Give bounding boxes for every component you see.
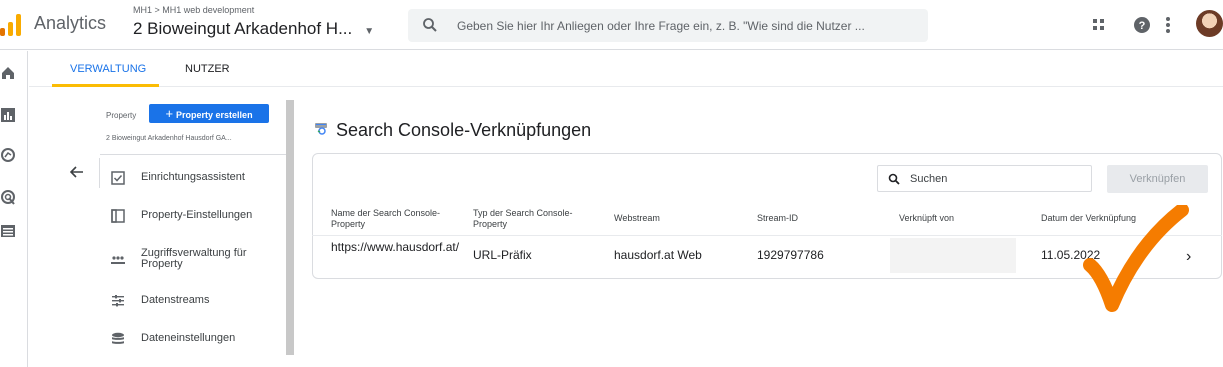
app-name: Analytics xyxy=(34,13,107,33)
caret-down-icon: ▼ xyxy=(364,26,375,37)
account-name: 2 Bioweingut Arkadenhof H... xyxy=(133,19,353,38)
menu-item-label: Einrichtungsassistent xyxy=(141,171,245,183)
database-icon xyxy=(112,332,124,344)
tab-nutzer[interactable]: NUTZER xyxy=(185,63,230,75)
cell-stream-id: 1929797786 xyxy=(757,248,824,262)
settings-square-icon xyxy=(111,209,125,223)
account-selector[interactable]: 2 Bioweingut Arkadenhof H... ▼ xyxy=(133,19,374,39)
cell-linked-by xyxy=(890,238,1016,273)
left-nav xyxy=(0,51,28,367)
configure-icon[interactable] xyxy=(0,223,16,239)
search-placeholder: Suchen xyxy=(910,173,948,185)
advertising-icon[interactable] xyxy=(0,189,16,205)
search-placeholder: Geben Sie hier Ihr Anliegen oder Ihre Fr… xyxy=(457,19,865,33)
create-property-button[interactable]: + Property erstellen xyxy=(149,104,269,123)
checkmark-icon xyxy=(1083,205,1189,312)
cell-type: URL-Präfix xyxy=(473,248,532,262)
menu-item-einrichtungsassistent[interactable]: Einrichtungsassistent xyxy=(100,160,286,196)
column-header[interactable]: Stream-ID xyxy=(757,213,798,224)
arrow-back-icon xyxy=(70,166,83,178)
global-search-input[interactable]: Geben Sie hier Ihr Anliegen oder Ihre Fr… xyxy=(408,9,928,42)
property-label: Property xyxy=(106,111,137,120)
analytics-logo-icon[interactable] xyxy=(0,12,24,36)
create-property-label: Property erstellen xyxy=(176,110,253,120)
apps-grid-icon[interactable] xyxy=(1092,17,1108,33)
user-avatar[interactable] xyxy=(1196,10,1223,37)
explore-icon[interactable] xyxy=(0,147,16,163)
menu-item-label: Property-Einstellungen xyxy=(141,209,253,221)
column-header[interactable]: Webstream xyxy=(614,213,660,224)
menu-item-label: Dateneinstellungen xyxy=(141,332,236,344)
search-icon xyxy=(888,173,900,185)
svg-text:?: ? xyxy=(1139,20,1146,32)
divider xyxy=(100,154,286,155)
active-tab-indicator xyxy=(52,84,159,87)
back-button[interactable] xyxy=(62,158,100,188)
property-selector[interactable]: 2 Bioweingut Arkadenhof Hausdorf GA... xyxy=(106,135,232,142)
page-title: Search Console-Verknüpfungen xyxy=(336,120,592,140)
search-console-icon xyxy=(315,123,327,135)
menu-item-label: Zugriffsverwaltung für Property xyxy=(141,247,247,270)
menu-item-dateneinstellungen[interactable]: Dateneinstellungen xyxy=(100,321,286,357)
people-icon xyxy=(111,256,125,264)
column-header[interactable]: Typ der Search Console-Property xyxy=(473,208,593,230)
home-icon[interactable] xyxy=(0,65,16,81)
more-vert-icon[interactable] xyxy=(1165,16,1171,34)
menu-item-property-einstellungen[interactable]: Property-Einstellungen xyxy=(100,198,286,234)
reports-icon[interactable] xyxy=(0,107,16,123)
top-bar: Analytics MH1 > MH1 web development 2 Bi… xyxy=(0,0,1223,50)
plus-icon: + xyxy=(165,106,174,121)
menu-item-label: Datenstreams xyxy=(141,294,210,306)
checkbox-icon xyxy=(111,171,125,185)
table-search-input[interactable]: Suchen xyxy=(877,165,1092,192)
column-header[interactable]: Name der Search Console-Property xyxy=(331,208,441,230)
search-icon xyxy=(423,18,437,32)
column-header[interactable]: Verknüpft von xyxy=(899,213,954,224)
cell-property: https://www.hausdorf.at/ xyxy=(331,240,460,254)
streams-icon xyxy=(112,295,124,307)
help-icon[interactable]: ? xyxy=(1133,16,1151,34)
menu-item-datenstreams[interactable]: Datenstreams xyxy=(100,283,286,319)
account-breadcrumb[interactable]: MH1 > MH1 web development xyxy=(133,5,254,15)
column-scrollbar[interactable] xyxy=(286,100,294,355)
link-button[interactable]: Verknüpfen xyxy=(1107,165,1208,193)
cell-webstream: hausdorf.at Web xyxy=(614,248,702,262)
property-column: Property + Property erstellen 2 Bioweingu… xyxy=(100,97,286,367)
menu-item-zugriffsverwaltung[interactable]: Zugriffsverwaltung für Property xyxy=(100,242,286,278)
tab-verwaltung[interactable]: VERWALTUNG xyxy=(70,63,146,75)
